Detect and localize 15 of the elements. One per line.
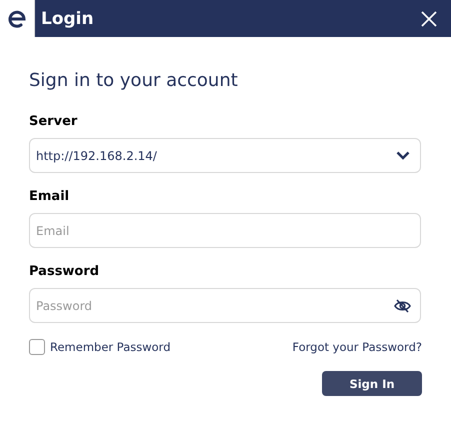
field-label: Email bbox=[29, 189, 70, 204]
remember-checkbox[interactable] bbox=[29, 339, 45, 355]
password-field[interactable]: Password bbox=[29, 288, 421, 323]
server-select[interactable]: http://192.168.2.14/ bbox=[29, 138, 421, 173]
field-label: Password bbox=[29, 264, 100, 279]
field-label: Server bbox=[29, 114, 78, 129]
email-field[interactable]: Email bbox=[29, 213, 421, 248]
sign-in-button[interactable]: Sign In bbox=[322, 371, 422, 396]
window-title: Login bbox=[41, 8, 95, 28]
forgot-password-link[interactable]: Forgot your Password? bbox=[292, 340, 422, 354]
eye-slash-icon[interactable] bbox=[394, 299, 411, 313]
form-heading: Sign in to your account bbox=[29, 70, 239, 91]
checkbox-label[interactable]: Remember Password bbox=[50, 340, 171, 354]
close-icon[interactable] bbox=[421, 10, 437, 26]
chevron-down-icon bbox=[396, 151, 410, 160]
